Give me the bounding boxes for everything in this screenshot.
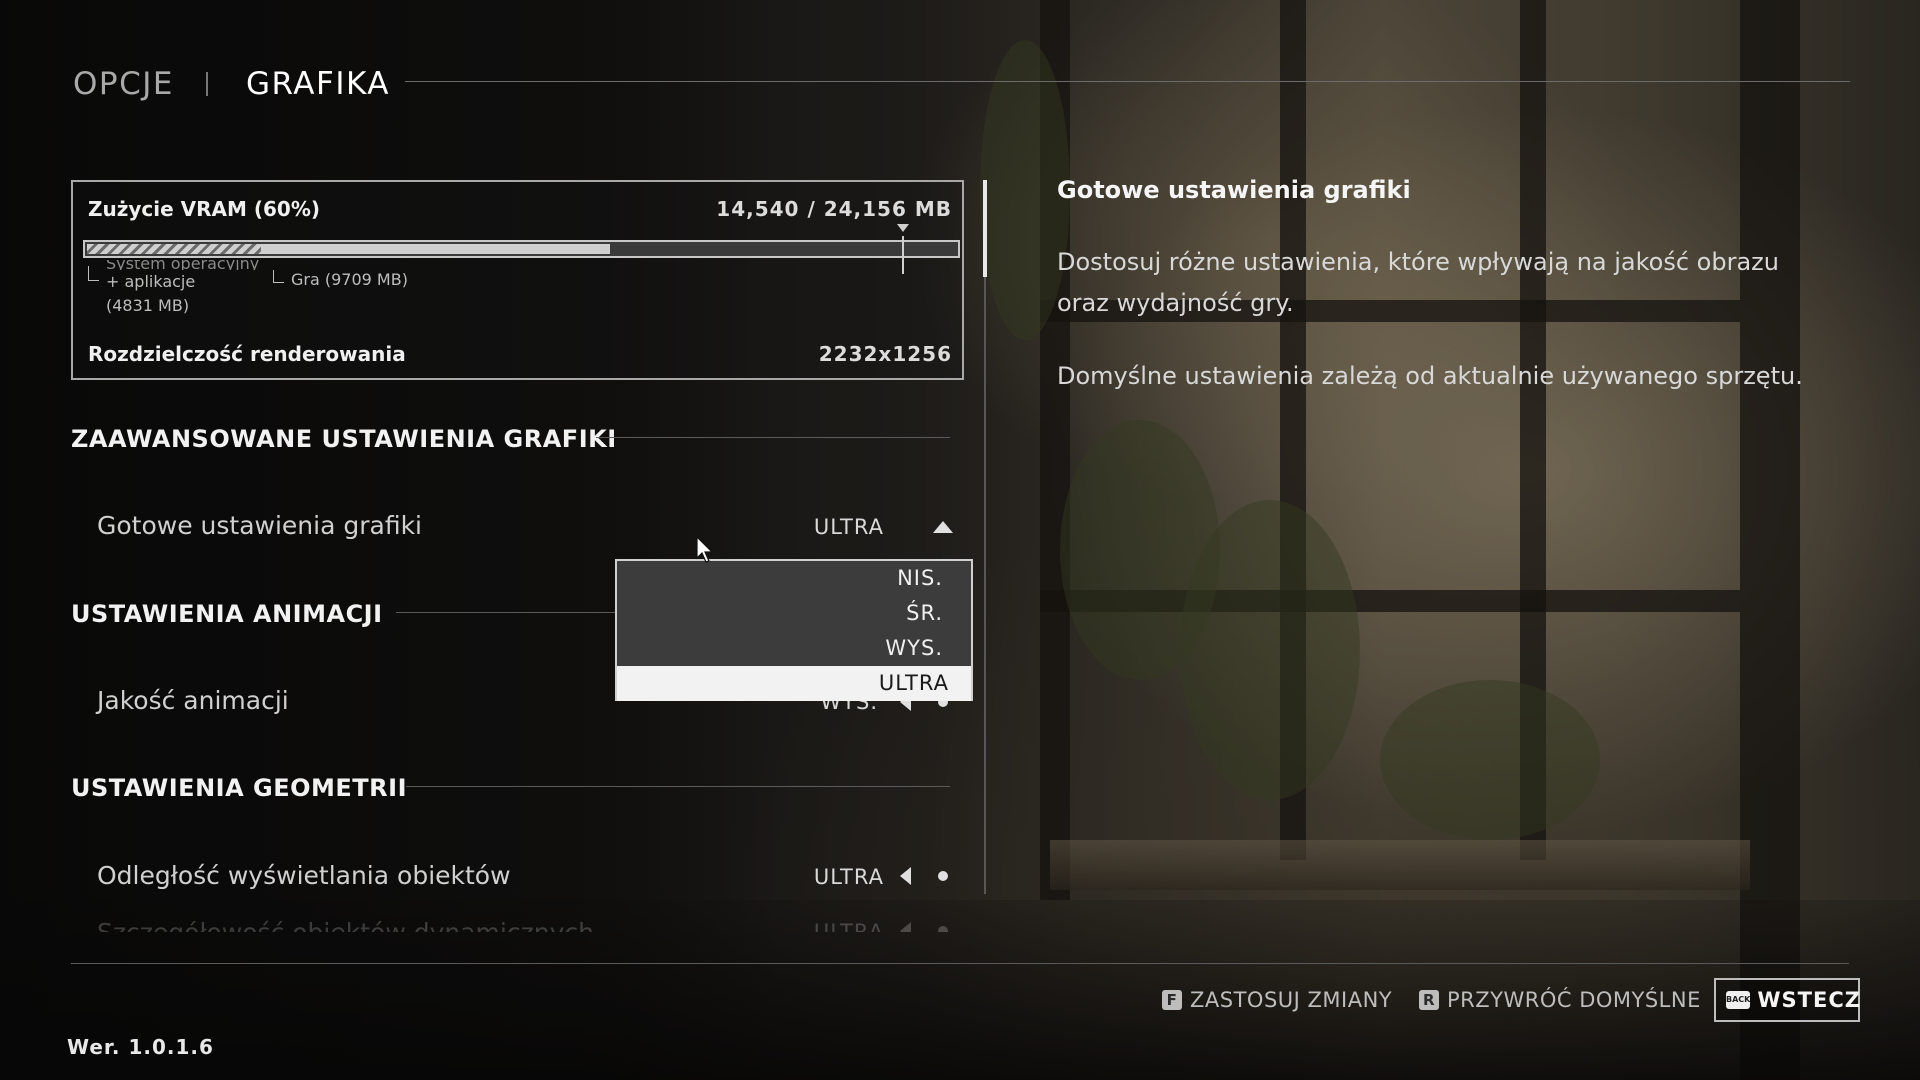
dropdown-option-ultra[interactable]: ULTRA [617, 666, 971, 701]
info-description: Dostosuj różne ustawienia, które wpływaj… [1057, 248, 1779, 317]
draw-distance-label[interactable]: Odległość wyświetlania obiektów [97, 861, 511, 890]
vram-os-segment [87, 244, 261, 254]
tab-graphics[interactable]: GRAFIKA [246, 66, 390, 102]
clipped-row-container: Szczegółowość obiektów dynamicznych ULTR… [0, 910, 980, 932]
preset-setting-label[interactable]: Gotowe ustawienia grafiki [97, 511, 422, 540]
dropdown-option-medium[interactable]: ŚR. [617, 596, 971, 631]
section-geometry: USTAWIENIA GEOMETRII [71, 774, 408, 802]
apply-changes-label: ZASTOSUJ ZMIANY [1190, 988, 1393, 1012]
back-button[interactable]: BACK WSTECZ [1714, 978, 1860, 1022]
scrollbar-track[interactable] [984, 180, 986, 894]
dynamic-detail-option-dot-icon [938, 926, 948, 932]
apply-changes-button[interactable]: F ZASTOSUJ ZMIANY [1162, 988, 1392, 1012]
dropdown-collapse-arrow-icon[interactable] [933, 521, 953, 533]
section-geometry-divider [406, 786, 950, 787]
section-animation-divider [396, 612, 616, 613]
vram-value: 14,540 / 24,156 MB [716, 197, 952, 221]
dynamic-detail-label[interactable]: Szczegółowość obiektów dynamicznych [97, 918, 594, 932]
footer-divider [71, 963, 1849, 964]
back-key-icon: BACK [1726, 991, 1751, 1009]
tab-separator [205, 72, 208, 96]
render-resolution-label: Rozdzielczość renderowania [88, 342, 406, 366]
dropdown-option-high[interactable]: WYS. [617, 631, 971, 666]
draw-distance-value[interactable]: ULTRA [780, 865, 884, 889]
dynamic-detail-prev-arrow-icon[interactable] [900, 922, 911, 932]
dropdown-option-low[interactable]: NIS. [617, 561, 971, 596]
preset-dropdown-list[interactable]: NIS. ŚR. WYS. ULTRA [615, 559, 973, 701]
vram-bar [83, 224, 960, 274]
restore-defaults-label: PRZYWRÓĆ DOMYŚLNE [1447, 988, 1701, 1012]
draw-distance-option-dot-icon [938, 871, 948, 881]
section-advanced-graphics: ZAAWANSOWANE USTAWIENIA GRAFIKI [71, 425, 617, 453]
render-resolution-value: 2232x1256 [818, 342, 952, 366]
key-f-icon: F [1162, 990, 1182, 1010]
tab-options[interactable]: OPCJE [73, 66, 174, 102]
vram-os-legend-line1: System operacyjny [106, 260, 260, 270]
header-divider [405, 81, 1850, 82]
vram-game-legend-label: Gra (9709 MB) [291, 270, 408, 289]
vram-game-legend: Gra (9709 MB) [273, 270, 408, 289]
vram-os-legend-line3: (4831 MB) [106, 296, 190, 315]
vram-title: Zużycie VRAM (60%) [88, 197, 321, 221]
animation-quality-label[interactable]: Jakość animacji [97, 686, 289, 715]
vram-os-legend-line2: + aplikacje [106, 272, 196, 291]
scrollbar-thumb[interactable] [983, 180, 987, 277]
dynamic-detail-value[interactable]: ULTRA [780, 920, 884, 932]
info-title: Gotowe ustawienia grafiki [1057, 176, 1411, 204]
version-label: Wer. 1.0.1.6 [67, 1035, 214, 1059]
vram-game-segment [261, 244, 610, 254]
vram-os-legend: System operacyjny + aplikacje (4831 MB) [88, 260, 259, 318]
key-r-icon: R [1419, 990, 1439, 1010]
back-label: WSTECZ [1757, 988, 1861, 1012]
draw-distance-prev-arrow-icon[interactable] [900, 867, 911, 885]
section-advanced-divider [596, 437, 950, 438]
mouse-cursor-icon [696, 536, 714, 563]
preset-setting-value[interactable]: ULTRA [780, 515, 884, 539]
restore-defaults-button[interactable]: R PRZYWRÓĆ DOMYŚLNE [1419, 988, 1701, 1012]
vram-panel: Zużycie VRAM (60%) 14,540 / 24,156 MB Sy… [71, 180, 964, 380]
header-tabs: OPCJE GRAFIKA [73, 62, 390, 106]
section-animation: USTAWIENIA ANIMACJI [71, 600, 383, 628]
info-note: Domyślne ustawienia zależą od aktualnie … [1057, 362, 1803, 390]
vram-limit-marker [897, 224, 909, 274]
